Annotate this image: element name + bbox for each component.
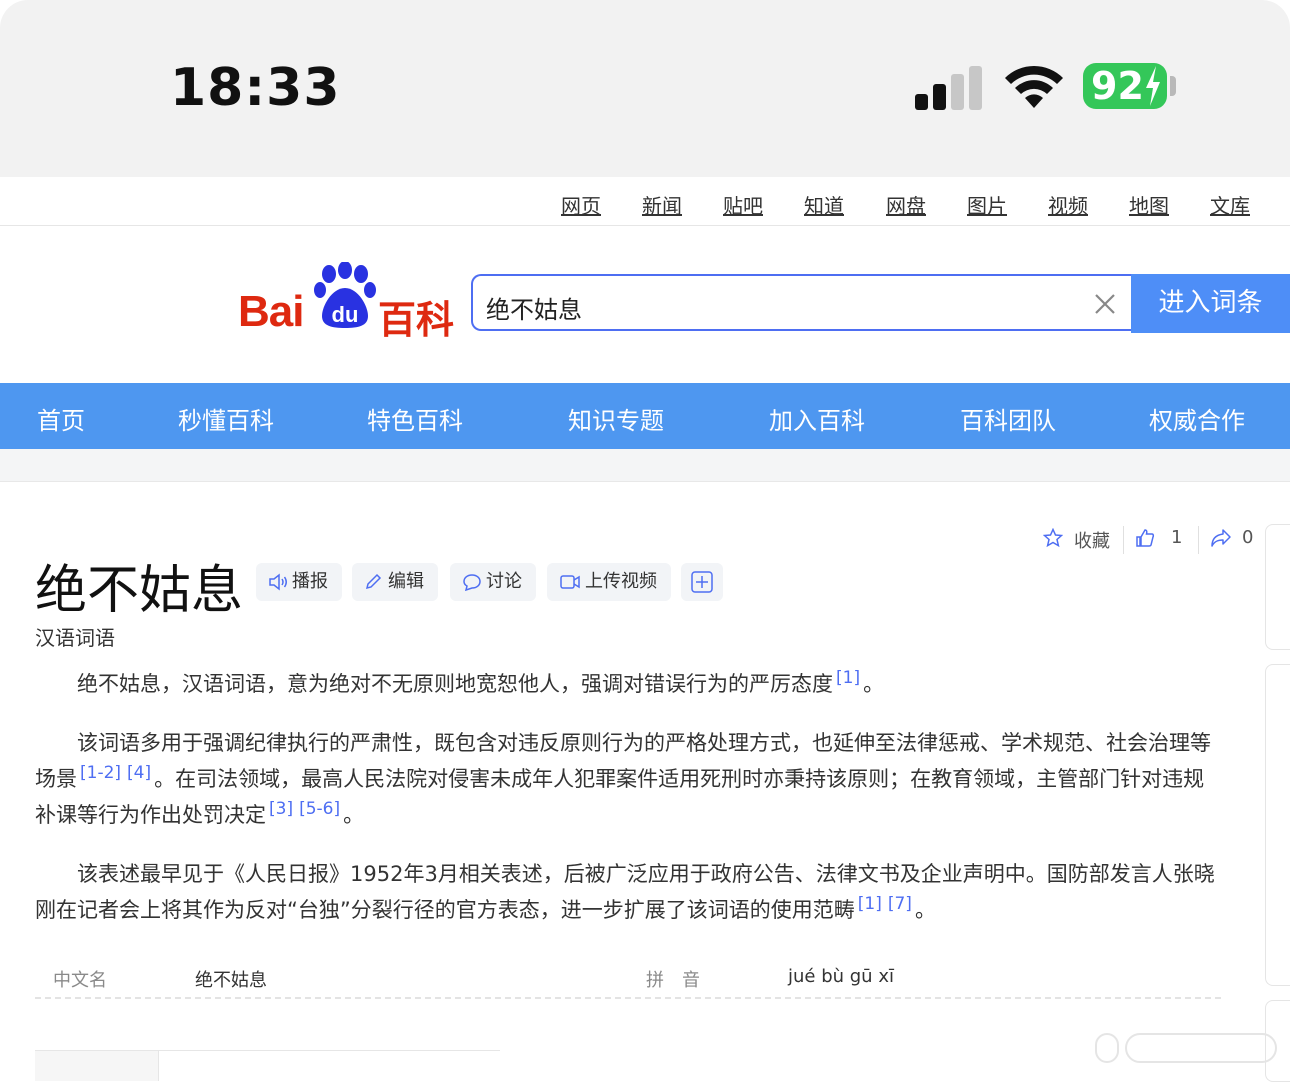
edit-label: 编辑 (388, 571, 424, 592)
video-icon (560, 575, 580, 589)
page-title: 绝不姑息 (35, 561, 244, 621)
upload-video-label: 上传视频 (585, 571, 657, 592)
toplink-web[interactable]: 网页 (561, 190, 601, 219)
wifi-icon (1005, 65, 1063, 108)
favorite-label[interactable]: 收藏 (1074, 527, 1110, 552)
stat-divider (1123, 526, 1124, 554)
catalog-box (35, 1050, 500, 1081)
share-icon[interactable] (1210, 528, 1232, 548)
toplink-images[interactable]: 图片 (967, 190, 1007, 219)
citation-ref[interactable]: [1] (836, 668, 860, 688)
broadcast-label: 播报 (292, 571, 328, 592)
watermark-graphic (1095, 1033, 1277, 1063)
citation-ref[interactable]: [4] (127, 763, 151, 783)
top-links-bar: 网页 新闻 贴吧 知道 网盘 图片 视频 地图 文库 (0, 177, 1290, 226)
side-card-1[interactable] (1265, 524, 1290, 650)
info-key-pinyin: 拼 音 (646, 970, 700, 991)
share-count: 0 (1242, 527, 1254, 548)
nav-join[interactable]: 加入百科 (769, 401, 865, 436)
paragraph-text: 。 (343, 803, 365, 827)
more-tools-button[interactable] (681, 563, 723, 601)
toplink-map[interactable]: 地图 (1129, 190, 1169, 219)
citation-ref[interactable]: [5-6] (299, 799, 340, 819)
summary-paragraph-2: 该词语多用于强调纪律执行的严肃性，既包含对违反原则行为的严格处理方式，也延伸至法… (35, 725, 1220, 833)
pencil-icon (365, 573, 382, 590)
discuss-button[interactable]: 讨论 (450, 563, 536, 601)
nav-partners[interactable]: 权威合作 (1149, 401, 1245, 436)
status-bar: 18:33 92 (0, 0, 1290, 177)
upload-video-button[interactable]: 上传视频 (547, 563, 671, 601)
status-time: 18:33 (170, 58, 341, 118)
search-input[interactable]: 绝不姑息 (471, 274, 1131, 331)
nav-team[interactable]: 百科团队 (960, 401, 1056, 436)
summary-paragraph-3: 该表述最早见于《人民日报》1952年3月相关表述，后被广泛应用于政府公告、法律文… (35, 856, 1220, 928)
stat-divider (1198, 526, 1199, 554)
logo-text-bai: Bai (238, 287, 304, 336)
info-value-chinese-name: 绝不姑息 (195, 970, 267, 991)
cellular-signal-icon (915, 66, 983, 110)
main-nav: 首页 秒懂百科 特色百科 知识专题 加入百科 百科团队 权威合作 (0, 383, 1290, 449)
star-icon[interactable] (1043, 528, 1063, 548)
toplink-video[interactable]: 视频 (1048, 190, 1088, 219)
search-input-value: 绝不姑息 (486, 296, 582, 324)
nav-featured[interactable]: 特色百科 (367, 401, 463, 436)
like-count: 1 (1171, 527, 1183, 548)
toplink-tieba[interactable]: 贴吧 (723, 190, 763, 219)
paragraph-text: 该表述最早见于《人民日报》1952年3月相关表述，后被广泛应用于政府公告、法律文… (35, 862, 1215, 922)
speaker-icon (269, 573, 287, 591)
info-key-chinese-name: 中文名 (53, 970, 107, 991)
sub-nav-strip (0, 449, 1290, 482)
page-subtitle: 汉语词语 (35, 626, 115, 650)
battery-cap (1170, 76, 1176, 96)
toplink-wenku[interactable]: 文库 (1210, 190, 1250, 219)
paw-icon: du (314, 262, 376, 328)
citation-ref[interactable]: [3] (269, 799, 293, 819)
nav-knowledge-topics[interactable]: 知识专题 (568, 401, 664, 436)
nav-home[interactable]: 首页 (37, 401, 85, 436)
baidu-baike-logo[interactable]: Bai du 百科 (238, 262, 454, 342)
chat-icon (463, 574, 481, 592)
info-value-pinyin: jué bù gū xī (788, 966, 894, 987)
paragraph-text: 。 (863, 672, 885, 696)
enter-entry-button[interactable]: 进入词条 (1131, 274, 1290, 333)
toplink-news[interactable]: 新闻 (642, 190, 682, 219)
logo-text-baike: 百科 (378, 298, 455, 342)
clear-icon[interactable] (1094, 293, 1116, 315)
logo-text-du: du (332, 302, 359, 327)
plus-icon (691, 571, 713, 593)
broadcast-button[interactable]: 播报 (256, 563, 342, 601)
basic-info-box: 中文名 绝不姑息 拼 音 jué bù gū xī (35, 955, 1221, 999)
edit-button[interactable]: 编辑 (352, 563, 438, 601)
toplink-zhidao[interactable]: 知道 (804, 190, 844, 219)
paragraph-text: 。 (914, 898, 936, 922)
charging-bolt-icon (1146, 66, 1160, 106)
paragraph-text: 绝不姑息，汉语词语，意为绝对不无原则地宽恕他人，强调对错误行为的严厉态度 (77, 672, 833, 696)
citation-ref[interactable]: [1-2] (80, 763, 121, 783)
citation-ref[interactable]: [1] (858, 894, 882, 914)
catalog-cell (35, 1051, 159, 1081)
side-card-2[interactable] (1265, 664, 1290, 986)
nav-miaodong[interactable]: 秒懂百科 (178, 401, 274, 436)
toplink-pan[interactable]: 网盘 (886, 190, 926, 219)
citation-ref[interactable]: [7] (888, 894, 912, 914)
thumbs-up-icon[interactable] (1135, 528, 1155, 548)
discuss-label: 讨论 (486, 571, 522, 592)
summary-paragraph-1: 绝不姑息，汉语词语，意为绝对不无原则地宽恕他人，强调对错误行为的严厉态度 [1]。 (35, 666, 1220, 702)
paragraph-text: 。在司法领域，最高人民法院对侵害未成年人犯罪案件适用死刑时亦秉持该原则；在教育领… (35, 767, 1205, 827)
